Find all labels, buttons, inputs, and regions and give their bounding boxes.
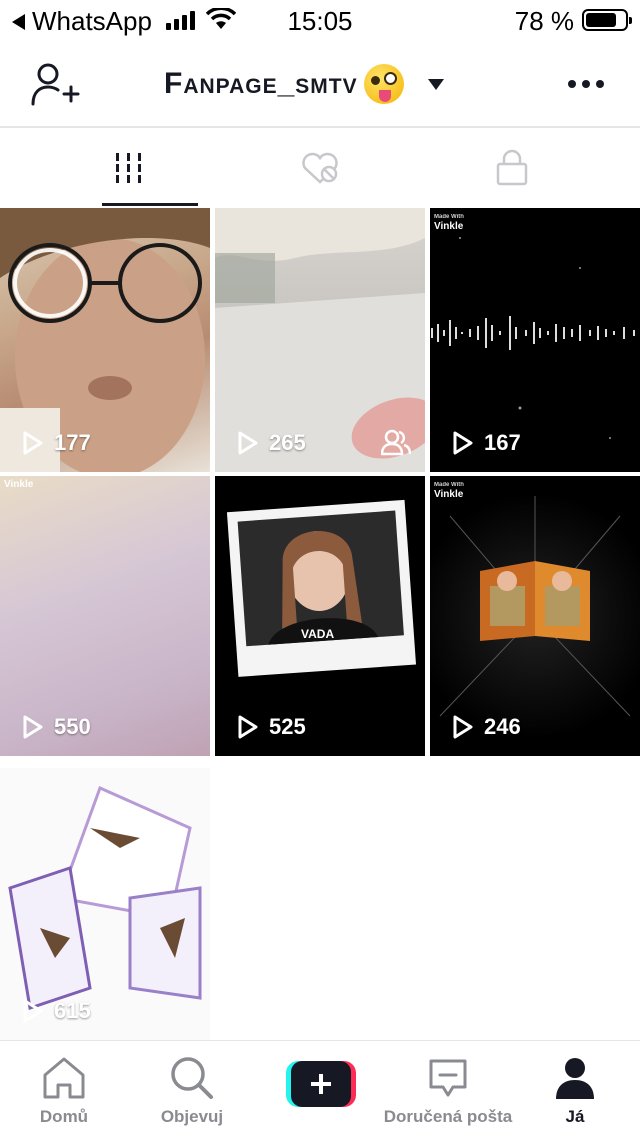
create-video-button[interactable] xyxy=(286,1061,356,1107)
battery-percent: 78 % xyxy=(514,6,574,36)
home-icon xyxy=(43,1057,85,1099)
play-icon xyxy=(238,715,258,739)
nav-inbox[interactable]: Doručená pošta xyxy=(372,1041,524,1136)
nav-profile-label: Já xyxy=(565,1107,585,1126)
profile-tabs xyxy=(0,130,640,206)
nav-profile[interactable]: Já xyxy=(545,1041,605,1136)
video-thumbnail[interactable]: Made With Vinkle 167 xyxy=(430,208,640,472)
play-icon xyxy=(23,715,43,739)
video-thumbnail[interactable]: 615 xyxy=(0,768,210,1040)
view-count: 550 xyxy=(22,714,91,740)
lock-icon xyxy=(496,149,527,186)
play-icon xyxy=(23,431,43,455)
play-icon xyxy=(453,431,473,455)
shirt-text: VADA xyxy=(301,627,334,641)
search-icon xyxy=(171,1057,213,1099)
add-user-icon[interactable] xyxy=(30,62,80,108)
nav-home-label: Domů xyxy=(39,1107,89,1126)
tab-liked[interactable] xyxy=(213,130,426,206)
nav-home[interactable]: Domů xyxy=(26,1041,102,1136)
nav-discover-label: Objevuj xyxy=(160,1107,224,1126)
collaboration-icon xyxy=(381,429,411,456)
view-count: 177 xyxy=(22,430,91,456)
tab-private[interactable] xyxy=(405,130,618,206)
video-thumbnail[interactable]: 265 xyxy=(215,208,425,472)
status-bar: WhatsApp 15:05 78 % xyxy=(0,0,640,40)
play-icon xyxy=(238,431,258,455)
view-count: 246 xyxy=(452,714,521,740)
more-icon[interactable] xyxy=(568,80,604,88)
create-plus-icon xyxy=(311,1074,331,1094)
bottom-navigation: Domů Objevuj Doručená pošta Já xyxy=(0,1040,640,1136)
nav-discover[interactable]: Objevuj xyxy=(150,1041,234,1136)
zany-face-emoji-icon xyxy=(363,64,404,104)
tab-videos[interactable] xyxy=(22,130,235,206)
view-count: 525 xyxy=(237,714,306,740)
watermark: Vinkle xyxy=(4,479,34,490)
video-thumbnail[interactable]: Vinkle 550 xyxy=(0,476,210,756)
username-title: Fanpage_smtv xyxy=(164,67,358,100)
view-count: 167 xyxy=(452,430,521,456)
dropdown-caret-icon xyxy=(427,78,444,90)
profile-header: Fanpage_smtv xyxy=(0,40,640,128)
video-thumbnail[interactable]: Made With Vinkle 246 xyxy=(430,476,640,756)
play-icon xyxy=(453,715,473,739)
nav-inbox-label: Doručená pošta xyxy=(383,1107,513,1126)
grid-icon xyxy=(116,153,141,183)
view-count: 615 xyxy=(22,998,91,1024)
play-icon xyxy=(23,999,43,1023)
video-thumbnail[interactable]: 177 xyxy=(0,208,210,472)
battery-icon xyxy=(582,9,632,31)
profile-icon xyxy=(556,1058,594,1099)
video-thumbnail[interactable]: VADA 525 xyxy=(215,476,425,756)
inbox-icon xyxy=(429,1059,467,1097)
hidden-likes-icon xyxy=(301,152,338,184)
view-count: 265 xyxy=(237,430,306,456)
account-switcher[interactable]: Fanpage_smtv xyxy=(164,64,444,104)
